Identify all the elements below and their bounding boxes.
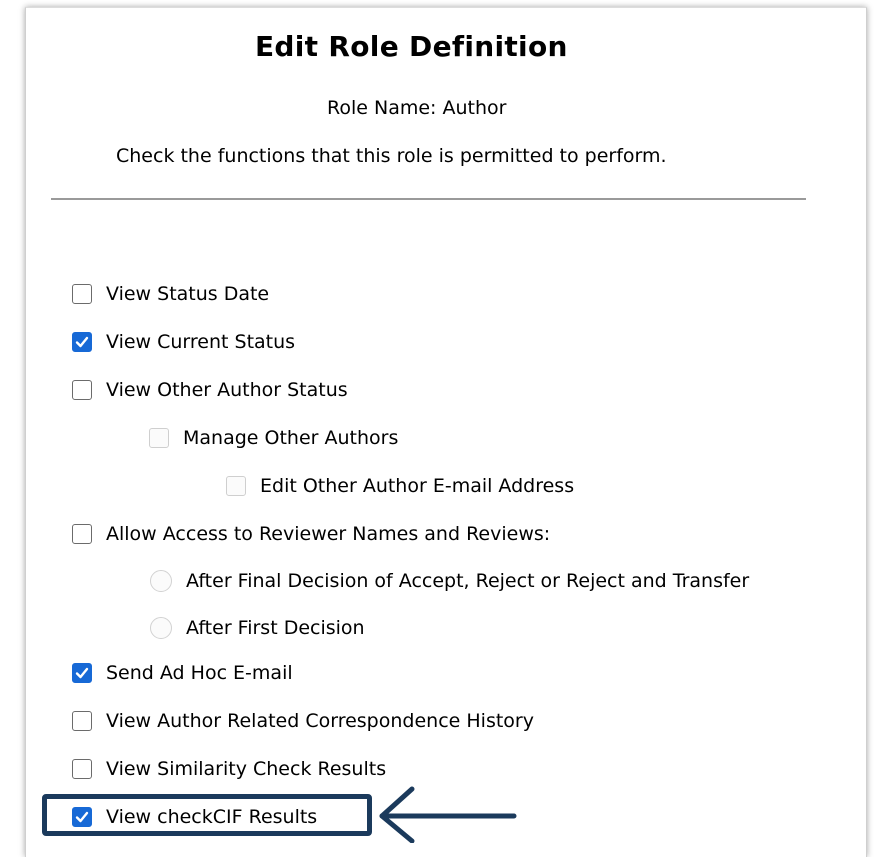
- left-arrow-icon: [379, 786, 517, 843]
- manage-other-authors-checkbox[interactable]: [149, 428, 169, 448]
- option-label: View Similarity Check Results: [106, 758, 387, 780]
- view-current-status-checkbox[interactable]: [72, 332, 92, 352]
- check-icon: [75, 336, 89, 348]
- divider: [51, 198, 806, 200]
- option-after-first-decision[interactable]: After First Decision: [150, 616, 365, 640]
- option-label: After Final Decision of Accept, Reject o…: [186, 570, 750, 592]
- view-other-author-status-checkbox[interactable]: [72, 380, 92, 400]
- option-label: View Current Status: [106, 331, 296, 353]
- option-view-correspondence-history[interactable]: View Author Related Correspondence Histo…: [72, 709, 534, 733]
- option-label: View Status Date: [106, 283, 270, 305]
- option-send-ad-hoc-email[interactable]: Send Ad Hoc E-mail: [72, 661, 293, 685]
- option-after-final-decision[interactable]: After Final Decision of Accept, Reject o…: [150, 569, 749, 593]
- view-status-date-checkbox[interactable]: [72, 284, 92, 304]
- edit-other-author-email-checkbox[interactable]: [226, 476, 246, 496]
- option-view-other-author-status[interactable]: View Other Author Status: [72, 378, 348, 402]
- page-title: Edit Role Definition: [255, 30, 568, 63]
- option-view-status-date[interactable]: View Status Date: [72, 282, 269, 306]
- option-label: Allow Access to Reviewer Names and Revie…: [106, 523, 551, 545]
- after-final-decision-radio[interactable]: [150, 570, 172, 592]
- instructions-text: Check the functions that this role is pe…: [116, 145, 667, 167]
- option-label: Manage Other Authors: [183, 427, 399, 449]
- option-label: Edit Other Author E-mail Address: [260, 475, 575, 497]
- highlight-box: [42, 794, 372, 836]
- option-allow-reviewer-access[interactable]: Allow Access to Reviewer Names and Revie…: [72, 522, 550, 546]
- after-first-decision-radio[interactable]: [150, 617, 172, 639]
- option-view-similarity-check[interactable]: View Similarity Check Results: [72, 757, 386, 781]
- option-label: After First Decision: [186, 617, 365, 639]
- option-label: View Other Author Status: [106, 379, 348, 401]
- edit-role-panel: Edit Role Definition Role Name: Author C…: [25, 7, 867, 857]
- option-label: View Author Related Correspondence Histo…: [106, 710, 534, 732]
- option-edit-other-author-email[interactable]: Edit Other Author E-mail Address: [226, 474, 574, 498]
- option-manage-other-authors[interactable]: Manage Other Authors: [149, 426, 398, 450]
- check-icon: [75, 667, 89, 679]
- option-label: Send Ad Hoc E-mail: [106, 662, 293, 684]
- view-correspondence-history-checkbox[interactable]: [72, 711, 92, 731]
- allow-reviewer-access-checkbox[interactable]: [72, 524, 92, 544]
- role-name: Role Name: Author: [327, 97, 507, 119]
- send-ad-hoc-email-checkbox[interactable]: [72, 663, 92, 683]
- option-view-current-status[interactable]: View Current Status: [72, 330, 295, 354]
- view-similarity-check-checkbox[interactable]: [72, 759, 92, 779]
